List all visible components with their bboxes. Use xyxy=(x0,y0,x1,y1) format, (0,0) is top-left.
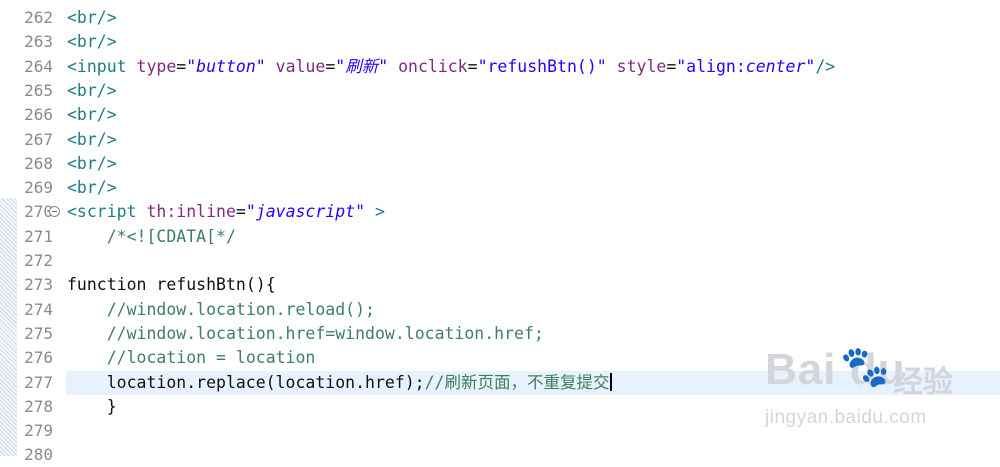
line-number: 269 xyxy=(24,178,53,197)
line-number: 264 xyxy=(24,57,53,76)
code-line-text[interactable]: //window.location.href=window.location.h… xyxy=(67,322,544,346)
fold-collapse-icon[interactable] xyxy=(49,206,60,217)
line-number: 278 xyxy=(24,397,53,416)
code-line-text[interactable]: //window.location.reload(); xyxy=(67,298,375,322)
code-line-text[interactable]: /*<![CDATA[*/ xyxy=(67,225,236,249)
code-line-text[interactable]: <br/> xyxy=(67,79,117,103)
code-line-text[interactable]: <br/> xyxy=(67,176,117,200)
code-line-text[interactable]: <br/> xyxy=(67,6,117,30)
watermark-brand: 经验 xyxy=(893,366,953,399)
code-line-text[interactable]: <br/> xyxy=(67,128,117,152)
code-line-text[interactable]: //location = location xyxy=(67,346,316,370)
line-number: 265 xyxy=(24,81,53,100)
line-number: 274 xyxy=(24,300,53,319)
line-number: 280 xyxy=(24,445,53,464)
baidu-jingyan-watermark: Bai du 🐾 经验 jingyan.baidu.com xyxy=(765,345,995,435)
watermark-url: jingyan.baidu.com xyxy=(765,407,927,428)
line-number: 266 xyxy=(24,105,53,124)
line-number: 277 xyxy=(24,373,53,392)
code-line-text[interactable]: function refushBtn(){ xyxy=(67,273,276,297)
line-number: 271 xyxy=(24,227,53,246)
line-number: 273 xyxy=(24,275,53,294)
code-line-text[interactable]: <input type="button" value="刷新" onclick=… xyxy=(67,55,835,79)
code-line-text[interactable]: <br/> xyxy=(67,30,117,54)
line-number: 279 xyxy=(24,421,53,440)
line-number: 268 xyxy=(24,154,53,173)
code-line-text[interactable]: <script th:inline="javascript" > xyxy=(67,200,385,224)
selection-ruler-hatch xyxy=(0,198,17,456)
line-number: 275 xyxy=(24,324,53,343)
code-line-text[interactable]: <br/> xyxy=(67,152,117,176)
line-number: 263 xyxy=(24,32,53,51)
code-line-text[interactable]: <br/> xyxy=(67,103,117,127)
code-line-text[interactable]: location.replace(location.href);//刷新页面，不… xyxy=(67,371,612,395)
editor-left-ruler xyxy=(0,0,17,456)
line-number: 267 xyxy=(24,130,53,149)
line-number: 262 xyxy=(24,8,53,27)
line-number: 270 xyxy=(24,202,53,221)
line-number: 276 xyxy=(24,348,53,367)
paw-icon: 🐾 xyxy=(840,345,890,389)
line-number: 272 xyxy=(24,251,53,270)
code-line-text[interactable]: } xyxy=(67,395,117,419)
